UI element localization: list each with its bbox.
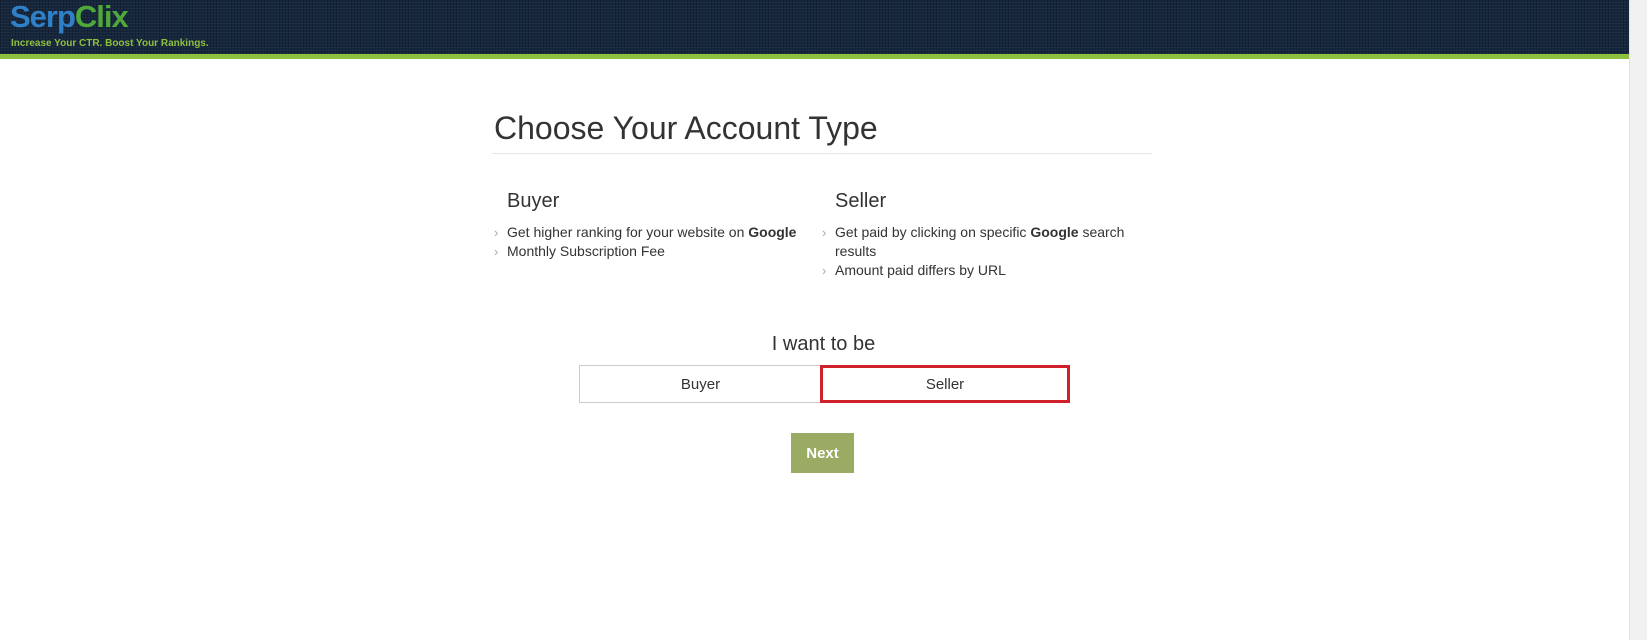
logo-clix-text: Clix xyxy=(74,0,129,34)
page-scrollbar[interactable] xyxy=(1629,0,1647,640)
buyer-feature-list: › Get higher ranking for your website on… xyxy=(494,223,814,261)
seller-item-text: Amount paid differs by URL xyxy=(835,262,1006,278)
site-header: SerpClix Increase Your CTR. Boost Your R… xyxy=(0,0,1647,59)
seller-heading: Seller xyxy=(835,190,887,212)
list-item: › Get paid by clicking on specific Googl… xyxy=(822,223,1135,261)
chevron-right-icon: › xyxy=(822,225,827,240)
seller-option-button[interactable]: Seller xyxy=(820,365,1070,403)
buyer-item-text: Monthly Subscription Fee xyxy=(507,243,665,259)
title-divider xyxy=(492,153,1152,154)
serpclix-logo[interactable]: SerpClix xyxy=(10,0,129,35)
seller-feature-list: › Get paid by clicking on specific Googl… xyxy=(822,223,1142,280)
account-type-prompt: I want to be xyxy=(771,333,876,355)
header-tagline: Increase Your CTR. Boost Your Rankings. xyxy=(11,38,209,49)
seller-item-bold: Google xyxy=(1030,224,1079,240)
chevron-right-icon: › xyxy=(494,244,499,259)
buyer-option-button[interactable]: Buyer xyxy=(579,365,822,403)
buyer-description: Buyer › Get higher ranking for your webs… xyxy=(494,188,814,261)
chevron-right-icon: › xyxy=(494,225,499,240)
page-title: Choose Your Account Type xyxy=(494,110,878,146)
buyer-item-text: Get higher ranking for your website on xyxy=(507,224,749,240)
buyer-item-bold: Google xyxy=(748,224,797,240)
chevron-right-icon: › xyxy=(822,263,827,278)
buyer-heading: Buyer xyxy=(507,190,560,212)
list-item: › Monthly Subscription Fee xyxy=(494,242,814,261)
seller-description: Seller › Get paid by clicking on specifi… xyxy=(822,188,1142,280)
seller-item-text: Get paid by clicking on specific xyxy=(835,224,1031,240)
list-item: › Amount paid differs by URL xyxy=(822,261,1142,280)
logo-serp-text: Serp xyxy=(10,0,76,34)
list-item: › Get higher ranking for your website on… xyxy=(494,223,814,242)
next-button[interactable]: Next xyxy=(791,433,854,473)
